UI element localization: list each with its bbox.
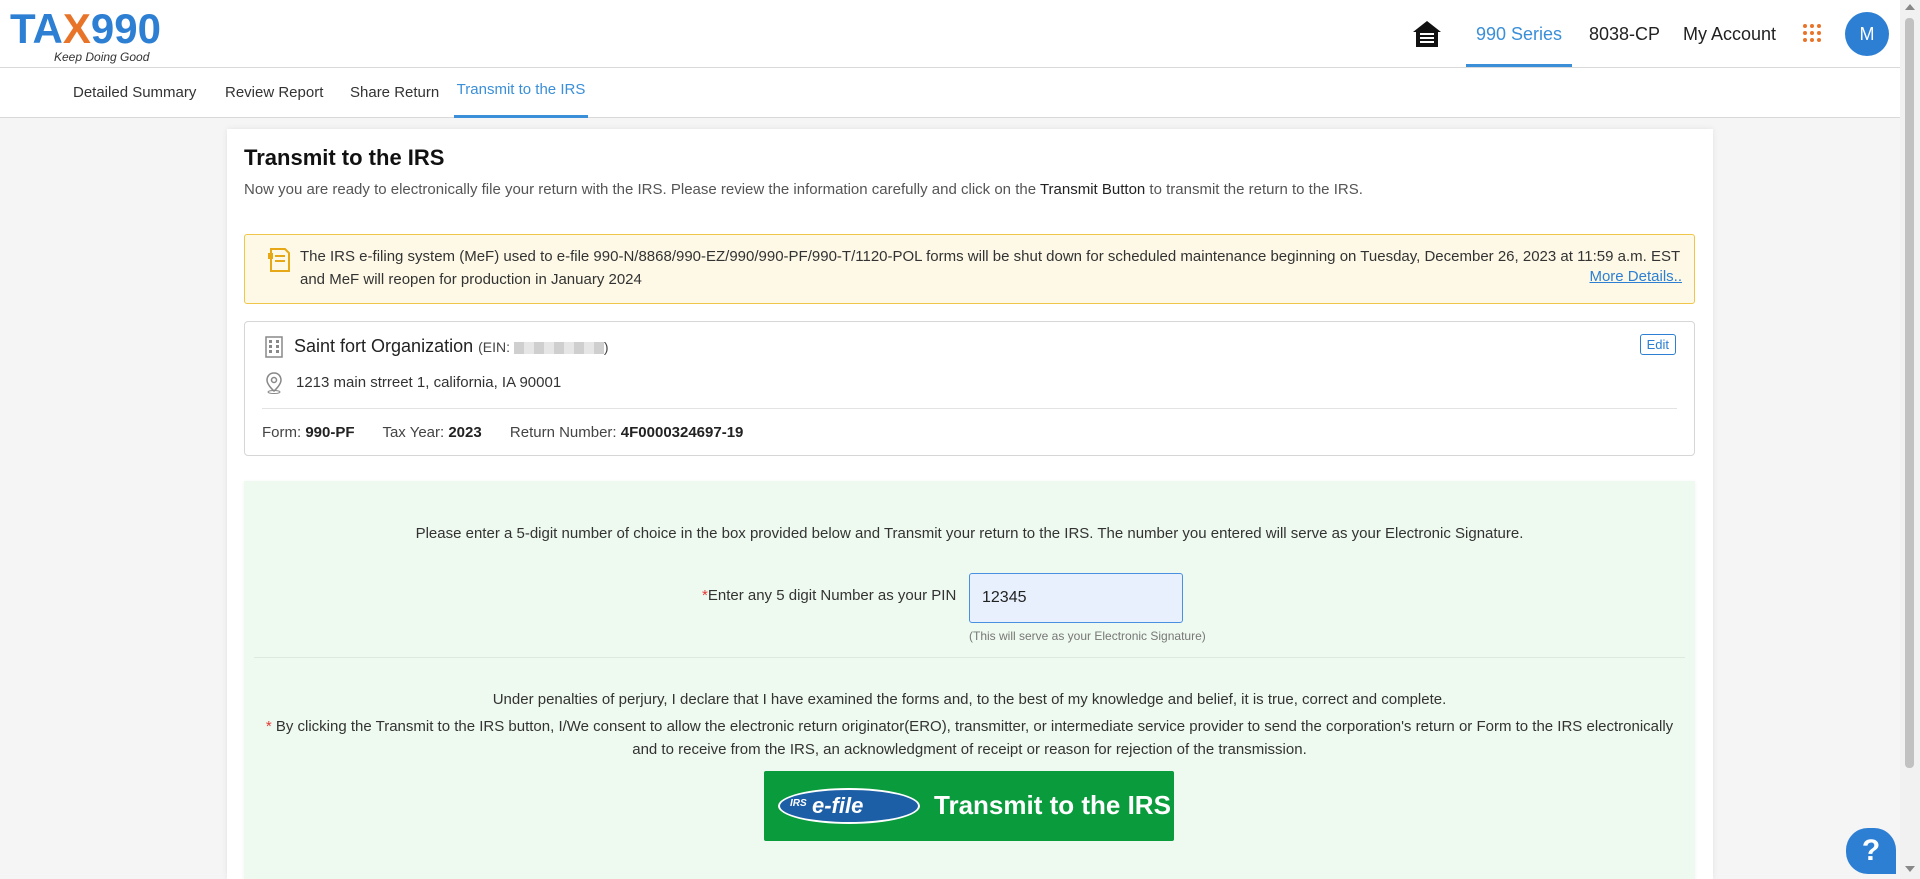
perjury-statement: Under penalties of perjury, I declare th… [492,691,1447,708]
irs-efile-logo-icon: IRS e-file [778,788,920,824]
organization-box: Saint fort Organization (EIN: ) Edit 121… [244,321,1695,456]
page-subtitle-pre: Now you are ready to electronically file… [244,181,1040,198]
page-subtitle-post: to transmit the return to the IRS. [1145,181,1363,198]
org-divider [262,408,1677,409]
transmit-button-label: Transmit to the IRS [934,790,1171,820]
ein-suffix: ) [603,339,609,355]
tab-transmit-to-irs[interactable]: Transmit to the IRS [454,68,588,118]
pin-hint: (This will serve as your Electronic Sign… [969,629,1206,643]
logo-text-x: X [62,5,91,52]
tab-share-return[interactable]: Share Return [350,68,439,118]
nav-my-account[interactable]: My Account [1683,0,1776,68]
sub-navigation: Detailed Summary Review Report Share Ret… [0,68,1900,118]
tax990-logo[interactable]: TAX990 Keep Doing Good [10,5,161,65]
nav-8038-cp[interactable]: 8038-CP [1589,0,1660,68]
page-title: Transmit to the IRS [244,145,445,170]
ein-label: (EIN: ) [478,339,608,355]
help-button[interactable]: ? [1846,828,1896,874]
edit-button[interactable]: Edit [1639,334,1676,355]
maintenance-notice: The IRS e-filing system (MeF) used to e-… [244,234,1695,304]
transmit-card: Transmit to the IRS Now you are ready to… [227,129,1713,879]
top-header: TAX990 Keep Doing Good 990 Series 8038-C… [0,0,1900,68]
consent-statement: * By clicking the Transmit to the IRS bu… [261,715,1678,761]
transmit-to-irs-button[interactable]: IRS e-file Transmit to the IRS [764,771,1174,841]
page-subtitle: Now you are ready to electronically file… [244,181,1363,198]
logo-tagline: Keep Doing Good [54,50,150,64]
ein-prefix: (EIN: [478,339,514,355]
building-icon [265,336,283,358]
organization-name: Saint fort Organization (EIN: ) [294,336,609,357]
efile-logo-text: e-file [812,793,864,818]
return-meta: Form: 990-PF Tax Year: 2023 Return Numbe… [262,424,767,441]
pin-input[interactable] [969,573,1183,623]
tax-year-value: 2023 [448,424,482,441]
apps-grid-icon[interactable] [1803,24,1821,42]
organization-address: 1213 main strreet 1, california, IA 9000… [296,374,562,391]
signature-divider [254,657,1685,658]
efile-irs-text: IRS [790,798,807,809]
consent-text: By clicking the Transmit to the IRS butt… [275,718,1674,758]
return-number-value: 4F0000324697-19 [620,424,744,441]
scroll-up-arrow-icon[interactable] [1905,4,1915,10]
scroll-down-arrow-icon[interactable] [1905,866,1915,872]
tab-review-report[interactable]: Review Report [225,68,323,118]
form-label: Form: [262,424,302,441]
pin-label: *Enter any 5 digit Number as your PIN [702,587,956,604]
tax-year-label: Tax Year: [382,424,445,441]
pin-label-text: Enter any 5 digit Number as your PIN [707,587,957,604]
user-avatar[interactable]: M [1845,12,1889,56]
tab-detailed-summary[interactable]: Detailed Summary [73,68,196,118]
signature-intro: Please enter a 5-digit number of choice … [415,525,1524,542]
logo-text-a: TA [10,5,63,52]
logo-text-b: 990 [90,5,161,52]
nav-990-series[interactable]: 990 Series [1466,0,1572,67]
notice-text: The IRS e-filing system (MeF) used to e-… [300,248,1680,288]
return-number-label: Return Number: [509,424,617,441]
maintenance-notice-icon [268,248,290,272]
consent-required-mark: * [265,718,272,735]
vertical-scrollbar[interactable] [1900,0,1920,879]
home-icon[interactable] [1411,18,1443,50]
ein-redacted [513,342,604,355]
more-details-link[interactable]: More Details.. [1589,268,1682,285]
electronic-signature-section: Please enter a 5-digit number of choice … [244,481,1695,879]
scroll-thumb[interactable] [1905,18,1914,768]
org-name-text: Saint fort Organization [294,336,474,356]
page-subtitle-bold: Transmit Button [1039,181,1146,198]
form-value: 990-PF [305,424,355,441]
location-pin-icon [266,372,282,394]
